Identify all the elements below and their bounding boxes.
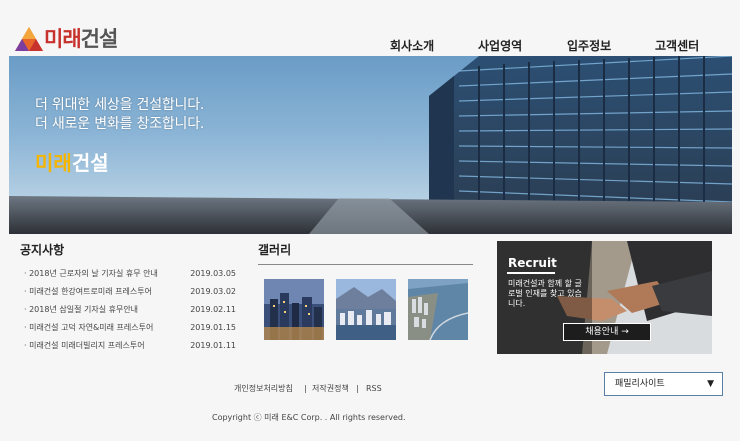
notice-item[interactable]: · 미래건설 한강여트로미래 프레스투어 2019.03.02 xyxy=(24,285,236,299)
gallery-thumb-night-city[interactable] xyxy=(264,279,324,340)
notice-item[interactable]: · 2018년 근로자의 날 기자실 휴무 안내 2019.03.05 xyxy=(24,267,236,281)
hero-brand: 미래건설 xyxy=(35,150,109,176)
gallery-thumb-coast-city[interactable] xyxy=(408,279,468,340)
notice-item-title[interactable]: · 미래건설 미래더빌리지 프레스투어 xyxy=(24,339,145,353)
notice-title: 공지사항 xyxy=(20,243,65,257)
notice-item[interactable]: · 2018년 삼일절 기자실 휴무안내 2019.02.11 xyxy=(24,303,236,317)
notice-item-date: 2019.01.11 xyxy=(190,341,236,350)
nav-customer[interactable]: 고객센터 xyxy=(655,38,699,54)
footer-rss-link[interactable]: RSS xyxy=(366,382,382,396)
nav-company[interactable]: 회사소개 xyxy=(390,38,434,54)
footer-copyright-policy-link[interactable]: 저작권정책 xyxy=(312,382,349,396)
notice-item[interactable]: · 미래건설 고덕 자연&미래 프레스투어 2019.01.15 xyxy=(24,321,236,335)
nav-residence[interactable]: 입주정보 xyxy=(567,38,611,54)
building-image xyxy=(9,56,732,234)
notice-item-date: 2019.02.11 xyxy=(190,305,236,314)
notice-item[interactable]: · 미래건설 미래더빌리지 프레스투어 2019.01.11 xyxy=(24,339,236,353)
gallery-thumb-bay-city[interactable] xyxy=(336,279,396,340)
recruit-title: Recruit xyxy=(508,256,557,270)
main-nav: 회사소개 사업영역 입주정보 고객센터 xyxy=(0,38,740,54)
gallery-title: 갤러리 xyxy=(258,243,292,257)
notice-item-title[interactable]: · 2018년 근로자의 날 기자실 휴무 안내 xyxy=(24,267,158,281)
hero-brand-mirae: 미래 xyxy=(35,151,72,175)
notice-item-title[interactable]: · 미래건설 한강여트로미래 프레스투어 xyxy=(24,285,152,299)
copyright-text: Copyright ⓒ 미래 E&C Corp. . All rights re… xyxy=(212,413,406,422)
gallery-divider xyxy=(258,264,473,265)
notice-item-date: 2019.03.02 xyxy=(190,287,236,296)
hero-brand-geonseol: 건설 xyxy=(71,151,109,175)
notice-item-date: 2019.01.15 xyxy=(190,323,236,332)
recruit-banner[interactable]: Recruit 미래건설과 함께 할 글로벌 인재를 찾고 있습니다. 채용안내… xyxy=(497,241,712,354)
footer-links: 개인정보처리방침 | 저작권정책 | RSS xyxy=(0,382,740,396)
recruit-title-underline xyxy=(507,272,555,274)
recruit-info-button[interactable]: 채용안내 → xyxy=(563,323,651,341)
footer-separator: | xyxy=(304,384,307,393)
recruit-description: 미래건설과 함께 할 글로벌 인재를 찾고 있습니다. xyxy=(508,279,582,308)
gallery-section: 갤러리 xyxy=(258,242,473,340)
site-header: 미래건설 회사소개 사업영역 입주정보 고객센터 xyxy=(0,0,740,56)
notice-section: 공지사항 · 2018년 근로자의 날 기자실 휴무 안내 2019.03.05… xyxy=(20,242,236,350)
hero-banner: 더 위대한 세상을 건설합니다. 더 새로운 변화를 창조합니다. 미래건설 xyxy=(9,56,732,234)
hero-headline-1: 더 위대한 세상을 건설합니다. xyxy=(35,97,205,113)
nav-business[interactable]: 사업영역 xyxy=(478,38,522,54)
footer-privacy-link[interactable]: 개인정보처리방침 xyxy=(234,382,293,396)
notice-item-date: 2019.03.05 xyxy=(190,269,236,278)
notice-item-title[interactable]: · 미래건설 고덕 자연&미래 프레스투어 xyxy=(24,321,153,335)
notice-item-title[interactable]: · 2018년 삼일절 기자실 휴무안내 xyxy=(24,303,138,317)
footer-separator: | xyxy=(356,384,359,393)
hero-headline-2: 더 새로운 변화를 창조합니다. xyxy=(35,116,205,132)
